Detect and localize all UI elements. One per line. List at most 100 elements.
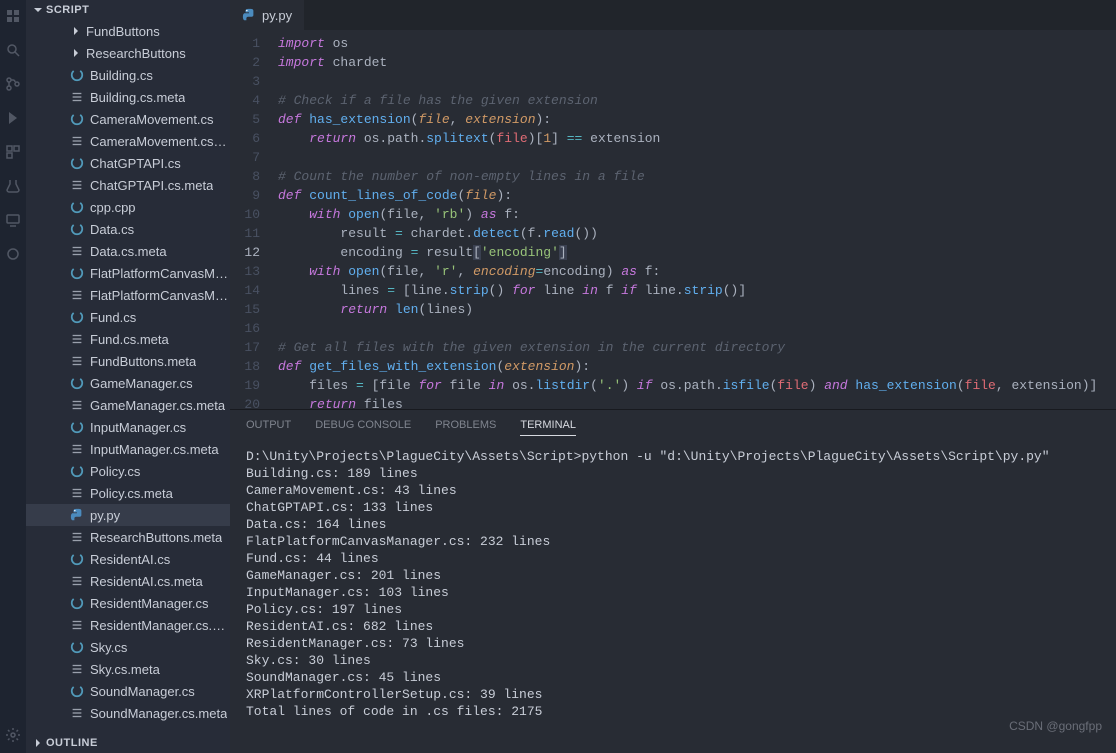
file-label: ResearchButtons.meta — [90, 530, 222, 545]
file-label: Policy.cs.meta — [90, 486, 173, 501]
code-line[interactable]: return len(lines) — [278, 300, 1116, 319]
tree-item-soundmanager-cs[interactable]: SoundManager.cs — [26, 680, 230, 702]
tab-bar: py.py — [230, 0, 1116, 30]
tree-item-researchbuttons[interactable]: ResearchButtons — [26, 42, 230, 64]
code-line[interactable]: encoding = result['encoding'] — [278, 243, 1116, 262]
tree-item-policy-cs[interactable]: Policy.cs — [26, 460, 230, 482]
code-line[interactable]: result = chardet.detect(f.read()) — [278, 224, 1116, 243]
code-line[interactable]: # Count the number of non-empty lines in… — [278, 167, 1116, 186]
panel-tab-output[interactable]: OUTPUT — [246, 415, 291, 435]
testing-icon[interactable] — [5, 178, 21, 194]
tree-item-sky-cs[interactable]: Sky.cs — [26, 636, 230, 658]
tree-item-fund-cs-meta[interactable]: Fund.cs.meta — [26, 328, 230, 350]
tree-item-inputmanager-cs-meta[interactable]: InputManager.cs.meta — [26, 438, 230, 460]
tree-item-residentai-cs[interactable]: ResidentAI.cs — [26, 548, 230, 570]
code-line[interactable]: with open(file, 'r', encoding=encoding) … — [278, 262, 1116, 281]
search-icon[interactable] — [5, 42, 21, 58]
section-header-script[interactable]: SCRIPT — [26, 0, 230, 20]
file-label: GameManager.cs — [90, 376, 193, 391]
code-line[interactable] — [278, 148, 1116, 167]
tree-item-residentai-cs-meta[interactable]: ResidentAI.cs.meta — [26, 570, 230, 592]
file-label: Fund.cs — [90, 310, 136, 325]
code-line[interactable]: def has_extension(file, extension): — [278, 110, 1116, 129]
tree-item-py-py[interactable]: py.py — [26, 504, 230, 526]
file-label: InputManager.cs — [90, 420, 186, 435]
panel-tab-problems[interactable]: PROBLEMS — [435, 415, 496, 435]
bottom-panel: OUTPUT DEBUG CONSOLE PROBLEMS TERMINAL D:\U… — [230, 409, 1116, 753]
file-label: ResidentAI.cs — [90, 552, 170, 567]
file-label: InputManager.cs.meta — [90, 442, 219, 457]
tree-item-gamemanager-cs-meta[interactable]: GameManager.cs.meta — [26, 394, 230, 416]
code-editor[interactable]: 1234567891011121314151617181920 import o… — [230, 30, 1116, 409]
tree-item-residentmanager-cs[interactable]: ResidentManager.cs — [26, 592, 230, 614]
code-line[interactable]: import os — [278, 34, 1116, 53]
file-label: ResearchButtons — [86, 46, 186, 61]
section-header-outline[interactable]: OUTLINE — [26, 733, 230, 753]
watermark: CSDN @gongfpp — [1009, 719, 1102, 733]
tree-item-fund-cs[interactable]: Fund.cs — [26, 306, 230, 328]
tree-item-cpp-cpp[interactable]: cpp.cpp — [26, 196, 230, 218]
tree-item-cameramovement-cs[interactable]: CameraMovement.cs — [26, 108, 230, 130]
editor-tab[interactable]: py.py — [230, 0, 304, 30]
source-control-icon[interactable] — [5, 76, 21, 92]
code-line[interactable]: files = [file for file in os.listdir('.'… — [278, 376, 1116, 395]
remote-icon[interactable] — [5, 212, 21, 228]
file-label: CameraMovement.cs — [90, 112, 214, 127]
code-line[interactable]: # Check if a file has the given extensio… — [278, 91, 1116, 110]
code-line[interactable] — [278, 72, 1116, 91]
file-label: Fund.cs.meta — [90, 332, 169, 347]
tree-item-data-cs[interactable]: Data.cs — [26, 218, 230, 240]
code-line[interactable]: lines = [line.strip() for line in f if l… — [278, 281, 1116, 300]
file-label: ResidentManager.cs — [90, 596, 209, 611]
tree-item-chatgptapi-cs[interactable]: ChatGPTAPI.cs — [26, 152, 230, 174]
code-line[interactable]: import chardet — [278, 53, 1116, 72]
file-label: Sky.cs — [90, 640, 127, 655]
tree-item-inputmanager-cs[interactable]: InputManager.cs — [26, 416, 230, 438]
tree-item-building-cs[interactable]: Building.cs — [26, 64, 230, 86]
code-line[interactable]: def get_files_with_extension(extension): — [278, 357, 1116, 376]
code-line[interactable]: with open(file, 'rb') as f: — [278, 205, 1116, 224]
settings-icon[interactable] — [5, 727, 21, 743]
tree-item-cameramovement-cs-meta[interactable]: CameraMovement.cs.meta — [26, 130, 230, 152]
file-label: SoundManager.cs — [90, 684, 195, 699]
file-label: CameraMovement.cs.meta — [90, 134, 230, 149]
tree-item-fundbuttons-meta[interactable]: FundButtons.meta — [26, 350, 230, 372]
run-debug-icon[interactable] — [5, 110, 21, 126]
tree-item-researchbuttons-meta[interactable]: ResearchButtons.meta — [26, 526, 230, 548]
tree-item-flatplatformcanvasmanag---[interactable]: FlatPlatformCanvasManag... — [26, 262, 230, 284]
tree-item-data-cs-meta[interactable]: Data.cs.meta — [26, 240, 230, 262]
python-icon — [242, 8, 256, 22]
tree-item-building-cs-meta[interactable]: Building.cs.meta — [26, 86, 230, 108]
code-line[interactable]: # Get all files with the given extension… — [278, 338, 1116, 357]
code-line[interactable] — [278, 319, 1116, 338]
file-label: Data.cs — [90, 222, 134, 237]
extensions-icon[interactable] — [5, 144, 21, 160]
file-label: SoundManager.cs.meta — [90, 706, 227, 721]
tree-item-soundmanager-cs-meta[interactable]: SoundManager.cs.meta — [26, 702, 230, 724]
code-line[interactable]: def count_lines_of_code(file): — [278, 186, 1116, 205]
tree-item-chatgptapi-cs-meta[interactable]: ChatGPTAPI.cs.meta — [26, 174, 230, 196]
panel-tab-debug-console[interactable]: DEBUG CONSOLE — [315, 415, 411, 435]
file-label: ChatGPTAPI.cs.meta — [90, 178, 213, 193]
tree-item-flatplatformcanvasmanag---[interactable]: FlatPlatformCanvasManag... — [26, 284, 230, 306]
code-line[interactable]: return os.path.splitext(file)[1] == exte… — [278, 129, 1116, 148]
main-area: py.py 1234567891011121314151617181920 im… — [230, 0, 1116, 753]
tree-item-sky-cs-meta[interactable]: Sky.cs.meta — [26, 658, 230, 680]
file-label: FlatPlatformCanvasManag... — [90, 266, 230, 281]
section-label: OUTLINE — [46, 737, 98, 749]
code-line[interactable]: return files — [278, 395, 1116, 409]
tree-item-policy-cs-meta[interactable]: Policy.cs.meta — [26, 482, 230, 504]
cloud-icon[interactable] — [5, 246, 21, 262]
explorer-icon[interactable] — [5, 8, 21, 24]
chevron-down-icon — [32, 4, 44, 16]
file-label: FundButtons — [86, 24, 160, 39]
panel-tab-terminal[interactable]: TERMINAL — [520, 415, 576, 436]
tree-item-gamemanager-cs[interactable]: GameManager.cs — [26, 372, 230, 394]
section-label: SCRIPT — [46, 4, 89, 16]
file-label: GameManager.cs.meta — [90, 398, 225, 413]
tree-item-residentmanager-cs-meta[interactable]: ResidentManager.cs.meta — [26, 614, 230, 636]
tree-item-fundbuttons[interactable]: FundButtons — [26, 20, 230, 42]
file-label: Policy.cs — [90, 464, 140, 479]
terminal-output[interactable]: D:\Unity\Projects\PlagueCity\Assets\Scri… — [230, 440, 1116, 753]
code-area[interactable]: import osimport chardet # Check if a fil… — [278, 30, 1116, 409]
